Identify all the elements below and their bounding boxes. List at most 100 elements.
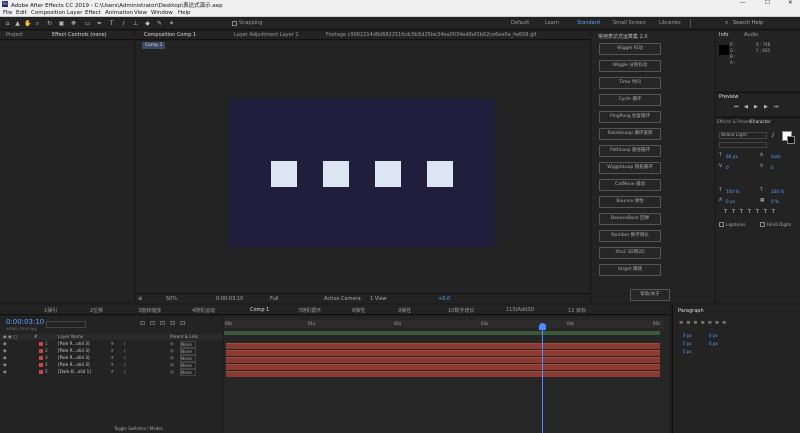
expr-button-pathloop[interactable]: PathLoop 路径循环	[599, 145, 661, 157]
font-size-value[interactable]: 60 px	[726, 154, 738, 159]
play-icon[interactable]: ▶	[754, 104, 758, 110]
indent-right[interactable]: 0 px	[709, 333, 718, 338]
timeline-tab-7[interactable]: 7随机循环	[298, 307, 321, 314]
timeline-tab-10[interactable]: 10数字增长	[448, 307, 474, 314]
pen-tool-icon[interactable]: ✒	[96, 20, 103, 27]
text-style-buttons[interactable]: TTTTTTT	[724, 209, 780, 215]
menu-effect[interactable]: Effect	[85, 10, 101, 16]
layer-name[interactable]: [Pale R...olid 3]	[58, 355, 90, 360]
tab-layer[interactable]: Layer Adjustment Layer 2	[234, 32, 299, 38]
playhead-handle[interactable]	[538, 323, 546, 330]
timeline-tab-1[interactable]: 1弹引	[44, 307, 57, 314]
tab-audio[interactable]: Audio	[744, 32, 758, 38]
expr-button-wiggle-separate[interactable]: Wiggle 分别抖动	[599, 60, 661, 72]
pan-behind-tool-icon[interactable]: ✥	[70, 20, 77, 27]
layer-bar[interactable]	[226, 343, 660, 349]
comp-breadcrumb[interactable]: Comp 1	[142, 42, 166, 49]
tab-project[interactable]: Project	[6, 32, 23, 38]
parent-link-icon[interactable]: ◎	[170, 362, 174, 367]
tsume-value[interactable]: 0 %	[771, 199, 779, 204]
layer-bar[interactable]	[226, 357, 660, 363]
timeline-tab-2[interactable]: 2位移	[90, 307, 103, 314]
parent-select[interactable]: None	[180, 341, 196, 348]
camera-select[interactable]: Active Camera	[324, 296, 361, 302]
stroke-color-swatch[interactable]	[787, 136, 795, 144]
help-about-button[interactable]: 帮助/关于	[630, 289, 670, 301]
table-row[interactable]: ◉ 5 [Dark B...olid 1] ⍟ ∕ ◎ None	[0, 369, 223, 376]
expr-button-xto2[interactable]: Xto2 3D转2D	[599, 247, 661, 259]
menu-window[interactable]: Window	[151, 10, 173, 16]
workspace-learn[interactable]: Learn	[545, 20, 559, 26]
next-frame-icon[interactable]: ▶	[764, 104, 768, 110]
expr-button-target[interactable]: target 跟随	[599, 264, 661, 276]
baseline-shift-value[interactable]: 0 px	[726, 199, 735, 204]
visibility-eye-icon[interactable]: ◉	[3, 348, 7, 353]
layer-name[interactable]: [Pale R...olid 3]	[58, 348, 90, 353]
tab-composition[interactable]: Composition Comp 1	[144, 32, 196, 38]
roto-brush-tool-icon[interactable]: ✎	[156, 20, 163, 27]
visibility-eye-icon[interactable]: ◉	[3, 369, 7, 374]
layer-name[interactable]: [Pale R...olid 3]	[58, 341, 90, 346]
comp-timecode[interactable]: 0:00:03:10	[216, 296, 243, 302]
clone-stamp-tool-icon[interactable]: ⊥	[132, 20, 139, 27]
parent-select[interactable]: None	[180, 369, 196, 376]
work-area-bar[interactable]	[224, 331, 660, 335]
timeline-timecode[interactable]: 0:00:03:10	[6, 318, 44, 326]
parent-link-icon[interactable]: ◎	[170, 355, 174, 360]
leading-value[interactable]: Auto	[771, 154, 781, 159]
table-row[interactable]: ◉ 3 [Pale R...olid 3] ⍟ ∕ ◎ None	[0, 355, 223, 362]
timeline-tab-11[interactable]: 11StAdd3D	[506, 307, 534, 313]
expr-button-wiggleloop[interactable]: WiggleLoop 随机循环	[599, 162, 661, 174]
expr-button-cycle[interactable]: Cycle 循环	[599, 94, 661, 106]
expr-button-bounceback[interactable]: BounceBack 回弹	[599, 213, 661, 225]
snapping-checkbox[interactable]	[232, 21, 237, 26]
exposure-value[interactable]: +0.0	[438, 296, 450, 302]
first-frame-icon[interactable]: ⏮	[734, 104, 739, 110]
layer-search-input[interactable]	[46, 321, 86, 328]
font-family-select[interactable]: Wilkie Light	[719, 132, 767, 139]
shy-icon[interactable]: ⍟	[111, 341, 114, 346]
ligatures-checkbox[interactable]	[719, 222, 724, 227]
tab-effects-presets[interactable]: Effects & Presets	[717, 119, 752, 124]
fx-switch-icon[interactable]: ∕	[124, 355, 125, 360]
prev-frame-icon[interactable]: ◀	[744, 104, 748, 110]
fx-switch-icon[interactable]: ∕	[124, 369, 125, 374]
layer-bar[interactable]	[226, 371, 660, 377]
zoom-select[interactable]: 50%	[166, 296, 177, 302]
expr-button-rotateloop[interactable]: RotateLoop 循环旋转	[599, 128, 661, 140]
timeline-tab-9[interactable]: 9弹性	[398, 307, 411, 314]
parent-link-icon[interactable]: ◎	[170, 369, 174, 374]
tab-effect-controls[interactable]: Effect Controls (none)	[52, 32, 107, 38]
visibility-eye-icon[interactable]: ◉	[3, 341, 7, 346]
views-select[interactable]: 1 View	[370, 296, 387, 302]
fx-switch-icon[interactable]: ∕	[124, 362, 125, 367]
shy-icon[interactable]: ⍟	[111, 362, 114, 367]
rotate-tool-icon[interactable]: ↻	[46, 20, 53, 27]
visibility-eye-icon[interactable]: ◉	[3, 355, 7, 360]
resolution-select[interactable]: Full	[270, 296, 279, 302]
zoom-tool-icon[interactable]: ⌕	[34, 20, 41, 27]
shy-icon[interactable]: ⍟	[111, 348, 114, 353]
horizontal-scale-value[interactable]: 100 %	[771, 189, 784, 194]
toggle-switches-modes[interactable]: Toggle Switches / Modes	[114, 426, 163, 431]
fx-switch-icon[interactable]: ∕	[124, 348, 125, 353]
timeline-tab-12[interactable]: 12 目标	[568, 307, 586, 314]
workspace-standard[interactable]: Standard	[577, 20, 600, 26]
timeline-tab-4[interactable]: 4随机运动	[192, 307, 215, 314]
playhead[interactable]	[538, 323, 546, 433]
space-after[interactable]: 0 px	[709, 341, 718, 346]
eraser-tool-icon[interactable]: ◆	[144, 20, 151, 27]
layer-bar[interactable]	[226, 364, 660, 370]
last-frame-icon[interactable]: ⏭	[774, 104, 779, 110]
workspace-libraries[interactable]: Libraries	[659, 20, 681, 26]
search-icon[interactable]: ⌕	[725, 19, 728, 27]
parent-select[interactable]: None	[180, 355, 196, 362]
timeline-tab-8[interactable]: 8弹性	[352, 307, 365, 314]
workspace-default[interactable]: Default	[511, 20, 529, 26]
hand-tool-icon[interactable]: ✋	[24, 20, 31, 27]
font-style-select[interactable]	[719, 142, 767, 148]
expr-button-wiggle[interactable]: Wiggle 抖动	[599, 43, 661, 55]
indent-left[interactable]: 0 px	[683, 333, 692, 338]
parent-select[interactable]: None	[180, 348, 196, 355]
brush-tool-icon[interactable]: ∕	[120, 20, 127, 27]
